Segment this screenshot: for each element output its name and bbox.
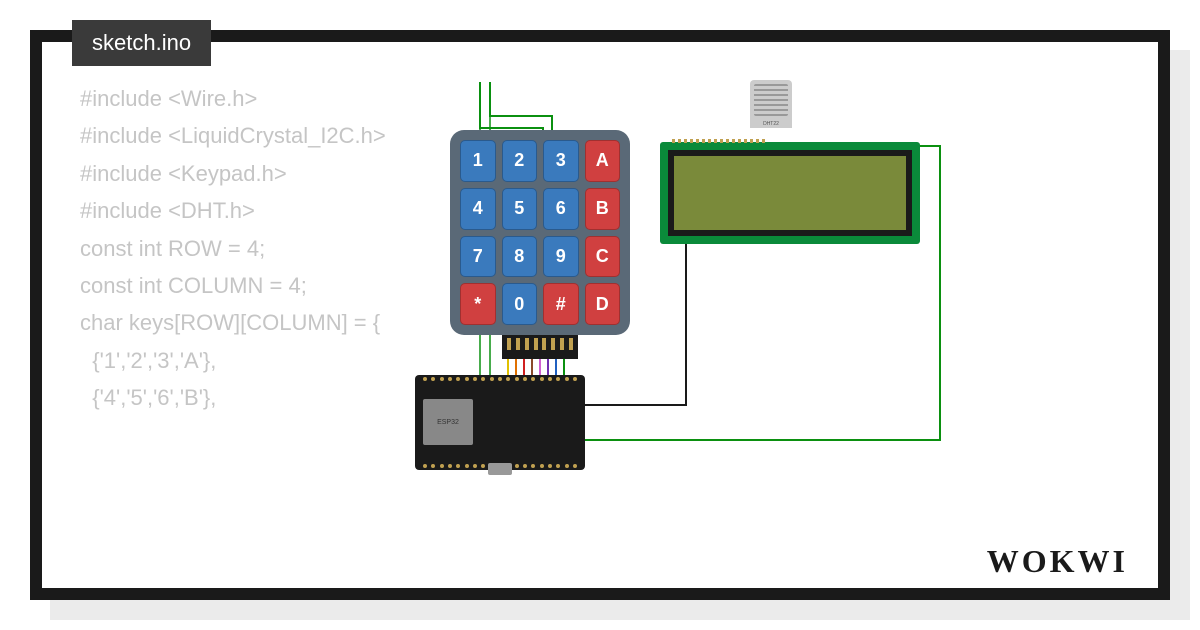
keypad-key-1[interactable]: 1 — [460, 140, 496, 182]
keypad-key-*[interactable]: * — [460, 283, 496, 325]
lcd-screen — [674, 156, 906, 230]
esp32-board[interactable]: ESP32 — [415, 375, 585, 470]
file-tab[interactable]: sketch.ino — [72, 20, 211, 66]
keypad-key-#[interactable]: # — [543, 283, 579, 325]
esp32-chip-label: ESP32 — [437, 419, 459, 426]
wokwi-logo: WOKWI — [987, 543, 1128, 580]
dht22-body: DHT22 — [750, 80, 792, 128]
esp32-usb-port — [488, 463, 512, 475]
dht22-label: DHT22 — [750, 121, 792, 127]
keypad-key-6[interactable]: 6 — [543, 188, 579, 230]
keypad-key-C[interactable]: C — [585, 236, 621, 278]
esp32-chip: ESP32 — [423, 399, 473, 445]
keypad-connector — [502, 335, 578, 359]
keypad-key-2[interactable]: 2 — [502, 140, 538, 182]
lcd-display[interactable] — [660, 142, 920, 244]
keypad-key-4[interactable]: 4 — [460, 188, 496, 230]
file-tab-label: sketch.ino — [92, 30, 191, 55]
dht22-sensor[interactable]: DHT22 — [750, 80, 792, 148]
simulator-canvas[interactable]: DHT22 123A 456B 789C *0#D — [360, 70, 1120, 550]
keypad-key-B[interactable]: B — [585, 188, 621, 230]
keypad-key-D[interactable]: D — [585, 283, 621, 325]
keypad-key-7[interactable]: 7 — [460, 236, 496, 278]
keypad-key-8[interactable]: 8 — [502, 236, 538, 278]
dht22-grille — [754, 84, 788, 116]
keypad-4x4[interactable]: 123A 456B 789C *0#D — [450, 130, 630, 335]
esp32-pins-top — [423, 377, 577, 381]
keypad-key-3[interactable]: 3 — [543, 140, 579, 182]
lcd-pins — [672, 139, 765, 143]
keypad-grid: 123A 456B 789C *0#D — [460, 140, 620, 325]
keypad-key-5[interactable]: 5 — [502, 188, 538, 230]
keypad-key-0[interactable]: 0 — [502, 283, 538, 325]
keypad-key-A[interactable]: A — [585, 140, 621, 182]
keypad-key-9[interactable]: 9 — [543, 236, 579, 278]
lcd-bezel — [668, 150, 912, 236]
